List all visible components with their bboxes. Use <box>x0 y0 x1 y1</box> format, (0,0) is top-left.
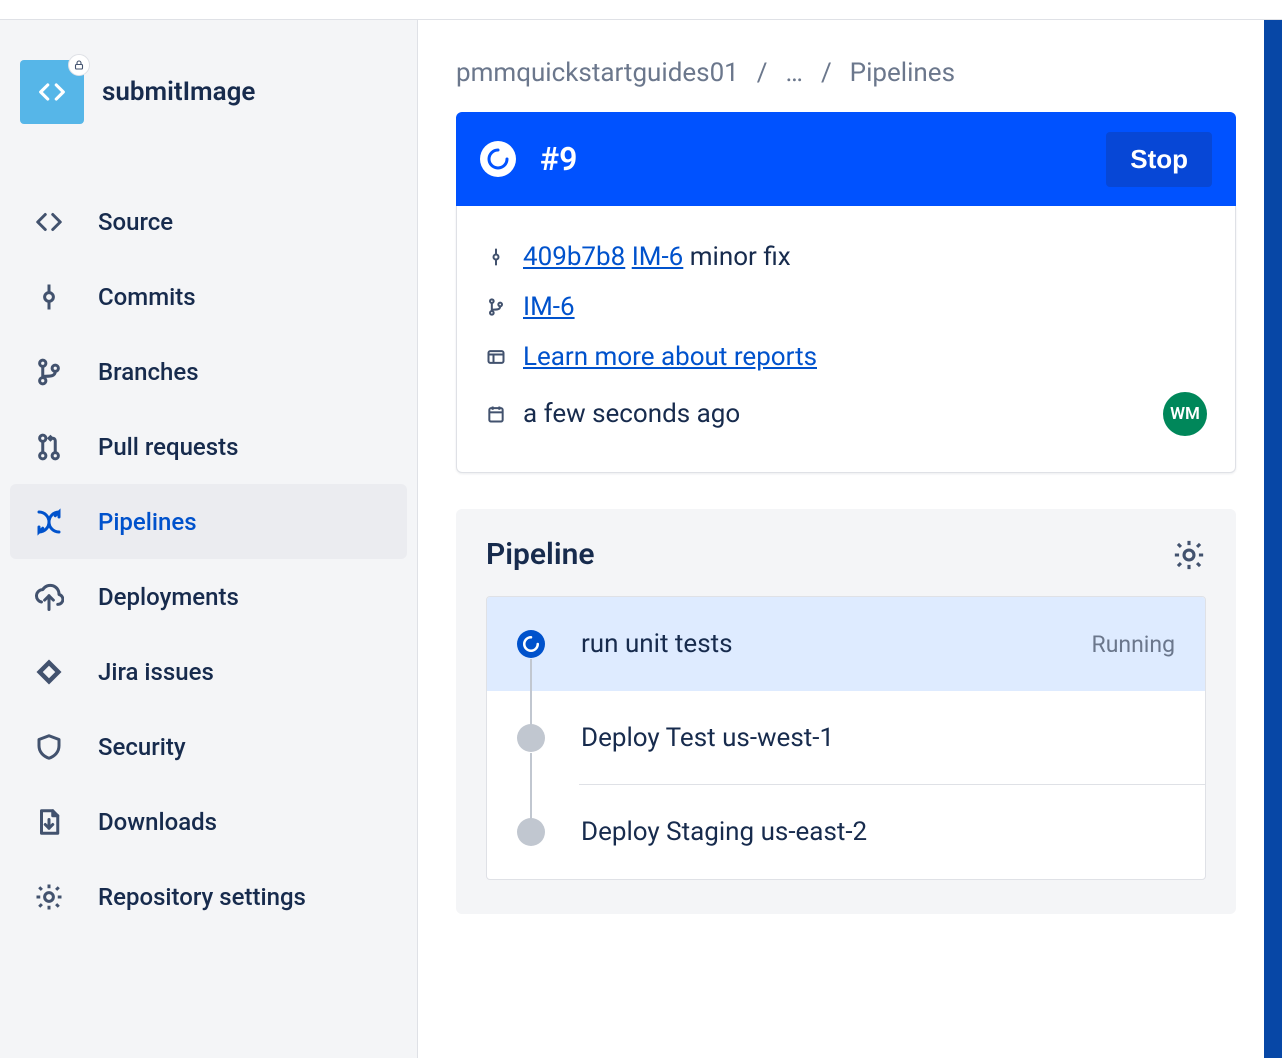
stop-button[interactable]: Stop <box>1106 132 1212 187</box>
breadcrumb-separator: / <box>757 58 768 88</box>
breadcrumb-workspace[interactable]: pmmquickstartguides01 <box>456 58 739 88</box>
pipeline-panel: Pipeline run unit tests Running <box>456 509 1236 914</box>
run-number: #9 <box>540 140 1082 178</box>
reports-row: Learn more about reports <box>485 332 1207 382</box>
sidebar-item-pullrequests[interactable]: Pull requests <box>10 409 407 484</box>
sidebar-item-downloads[interactable]: Downloads <box>10 784 407 859</box>
sidebar-item-label: Jira issues <box>98 658 214 686</box>
sidebar-item-jira[interactable]: Jira issues <box>10 634 407 709</box>
shield-icon <box>34 732 64 762</box>
breadcrumb-current: Pipelines <box>850 58 955 88</box>
sidebar-item-settings[interactable]: Repository settings <box>10 859 407 934</box>
sidebar-item-label: Security <box>98 733 186 761</box>
pipeline-step[interactable]: run unit tests Running <box>487 597 1205 691</box>
breadcrumb-ellipsis[interactable]: … <box>786 58 803 88</box>
pipeline-step[interactable]: Deploy Staging us-east-2 <box>487 785 1205 879</box>
branch-link[interactable]: IM-6 <box>523 292 575 322</box>
sidebar-item-deployments[interactable]: Deployments <box>10 559 407 634</box>
repo-name[interactable]: submitImage <box>102 77 255 107</box>
sidebar-item-branches[interactable]: Branches <box>10 334 407 409</box>
time-row: a few seconds ago WM <box>485 382 1207 446</box>
deployments-icon <box>34 582 64 612</box>
code-icon <box>34 207 64 237</box>
scrollbar[interactable] <box>1264 20 1282 1058</box>
sidebar-item-label: Deployments <box>98 583 239 611</box>
sidebar-item-label: Pull requests <box>98 433 238 461</box>
pipeline-step[interactable]: Deploy Test us-west-1 <box>487 691 1205 785</box>
calendar-icon <box>485 403 507 425</box>
commit-icon <box>485 246 507 268</box>
lock-icon <box>68 54 90 76</box>
panel-title: Pipeline <box>486 537 595 572</box>
commit-issue-link[interactable]: IM-6 <box>632 242 684 272</box>
repo-header: submitImage <box>0 60 417 184</box>
commit-icon <box>34 282 64 312</box>
pullrequest-icon <box>34 432 64 462</box>
reports-icon <box>485 346 507 368</box>
status-pending-icon <box>517 724 545 752</box>
breadcrumb: pmmquickstartguides01 / … / Pipelines <box>456 58 1236 88</box>
settings-icon <box>34 882 64 912</box>
sidebar-item-pipelines[interactable]: Pipelines <box>10 484 407 559</box>
status-pending-icon <box>517 818 545 846</box>
sidebar-item-label: Source <box>98 208 173 236</box>
jira-icon <box>34 657 64 687</box>
commit-hash-link[interactable]: 409b7b8 <box>523 242 625 272</box>
sidebar-item-security[interactable]: Security <box>10 709 407 784</box>
branch-icon <box>485 296 507 318</box>
pipelines-icon <box>34 507 64 537</box>
sidebar-item-label: Commits <box>98 283 196 311</box>
step-label: Deploy Test us-west-1 <box>581 723 1175 753</box>
commit-row: 409b7b8 IM-6 minor fix <box>485 232 1207 282</box>
sidebar-item-label: Pipelines <box>98 508 197 536</box>
avatar[interactable]: WM <box>1163 392 1207 436</box>
sidebar: submitImage Source Commits Branches <box>0 20 418 1058</box>
downloads-icon <box>34 807 64 837</box>
pipeline-header: #9 Stop <box>456 112 1236 206</box>
step-status: Running <box>1092 631 1175 658</box>
info-card: 409b7b8 IM-6 minor fix IM-6 Learn more <box>456 206 1236 473</box>
step-label: Deploy Staging us-east-2 <box>581 817 1175 847</box>
sidebar-item-source[interactable]: Source <box>10 184 407 259</box>
branch-icon <box>34 357 64 387</box>
commit-message: minor fix <box>690 242 791 272</box>
time-text: a few seconds ago <box>523 399 740 429</box>
status-running-icon <box>480 141 516 177</box>
step-label: run unit tests <box>581 629 1056 659</box>
sidebar-item-label: Branches <box>98 358 199 386</box>
breadcrumb-separator: / <box>821 58 832 88</box>
branch-row: IM-6 <box>485 282 1207 332</box>
sidebar-item-label: Repository settings <box>98 883 306 911</box>
sidebar-item-commits[interactable]: Commits <box>10 259 407 334</box>
status-running-icon <box>517 630 545 658</box>
gear-icon[interactable] <box>1172 538 1206 572</box>
reports-link[interactable]: Learn more about reports <box>523 342 817 372</box>
content: pmmquickstartguides01 / … / Pipelines #9… <box>418 20 1282 1058</box>
sidebar-item-label: Downloads <box>98 808 217 836</box>
